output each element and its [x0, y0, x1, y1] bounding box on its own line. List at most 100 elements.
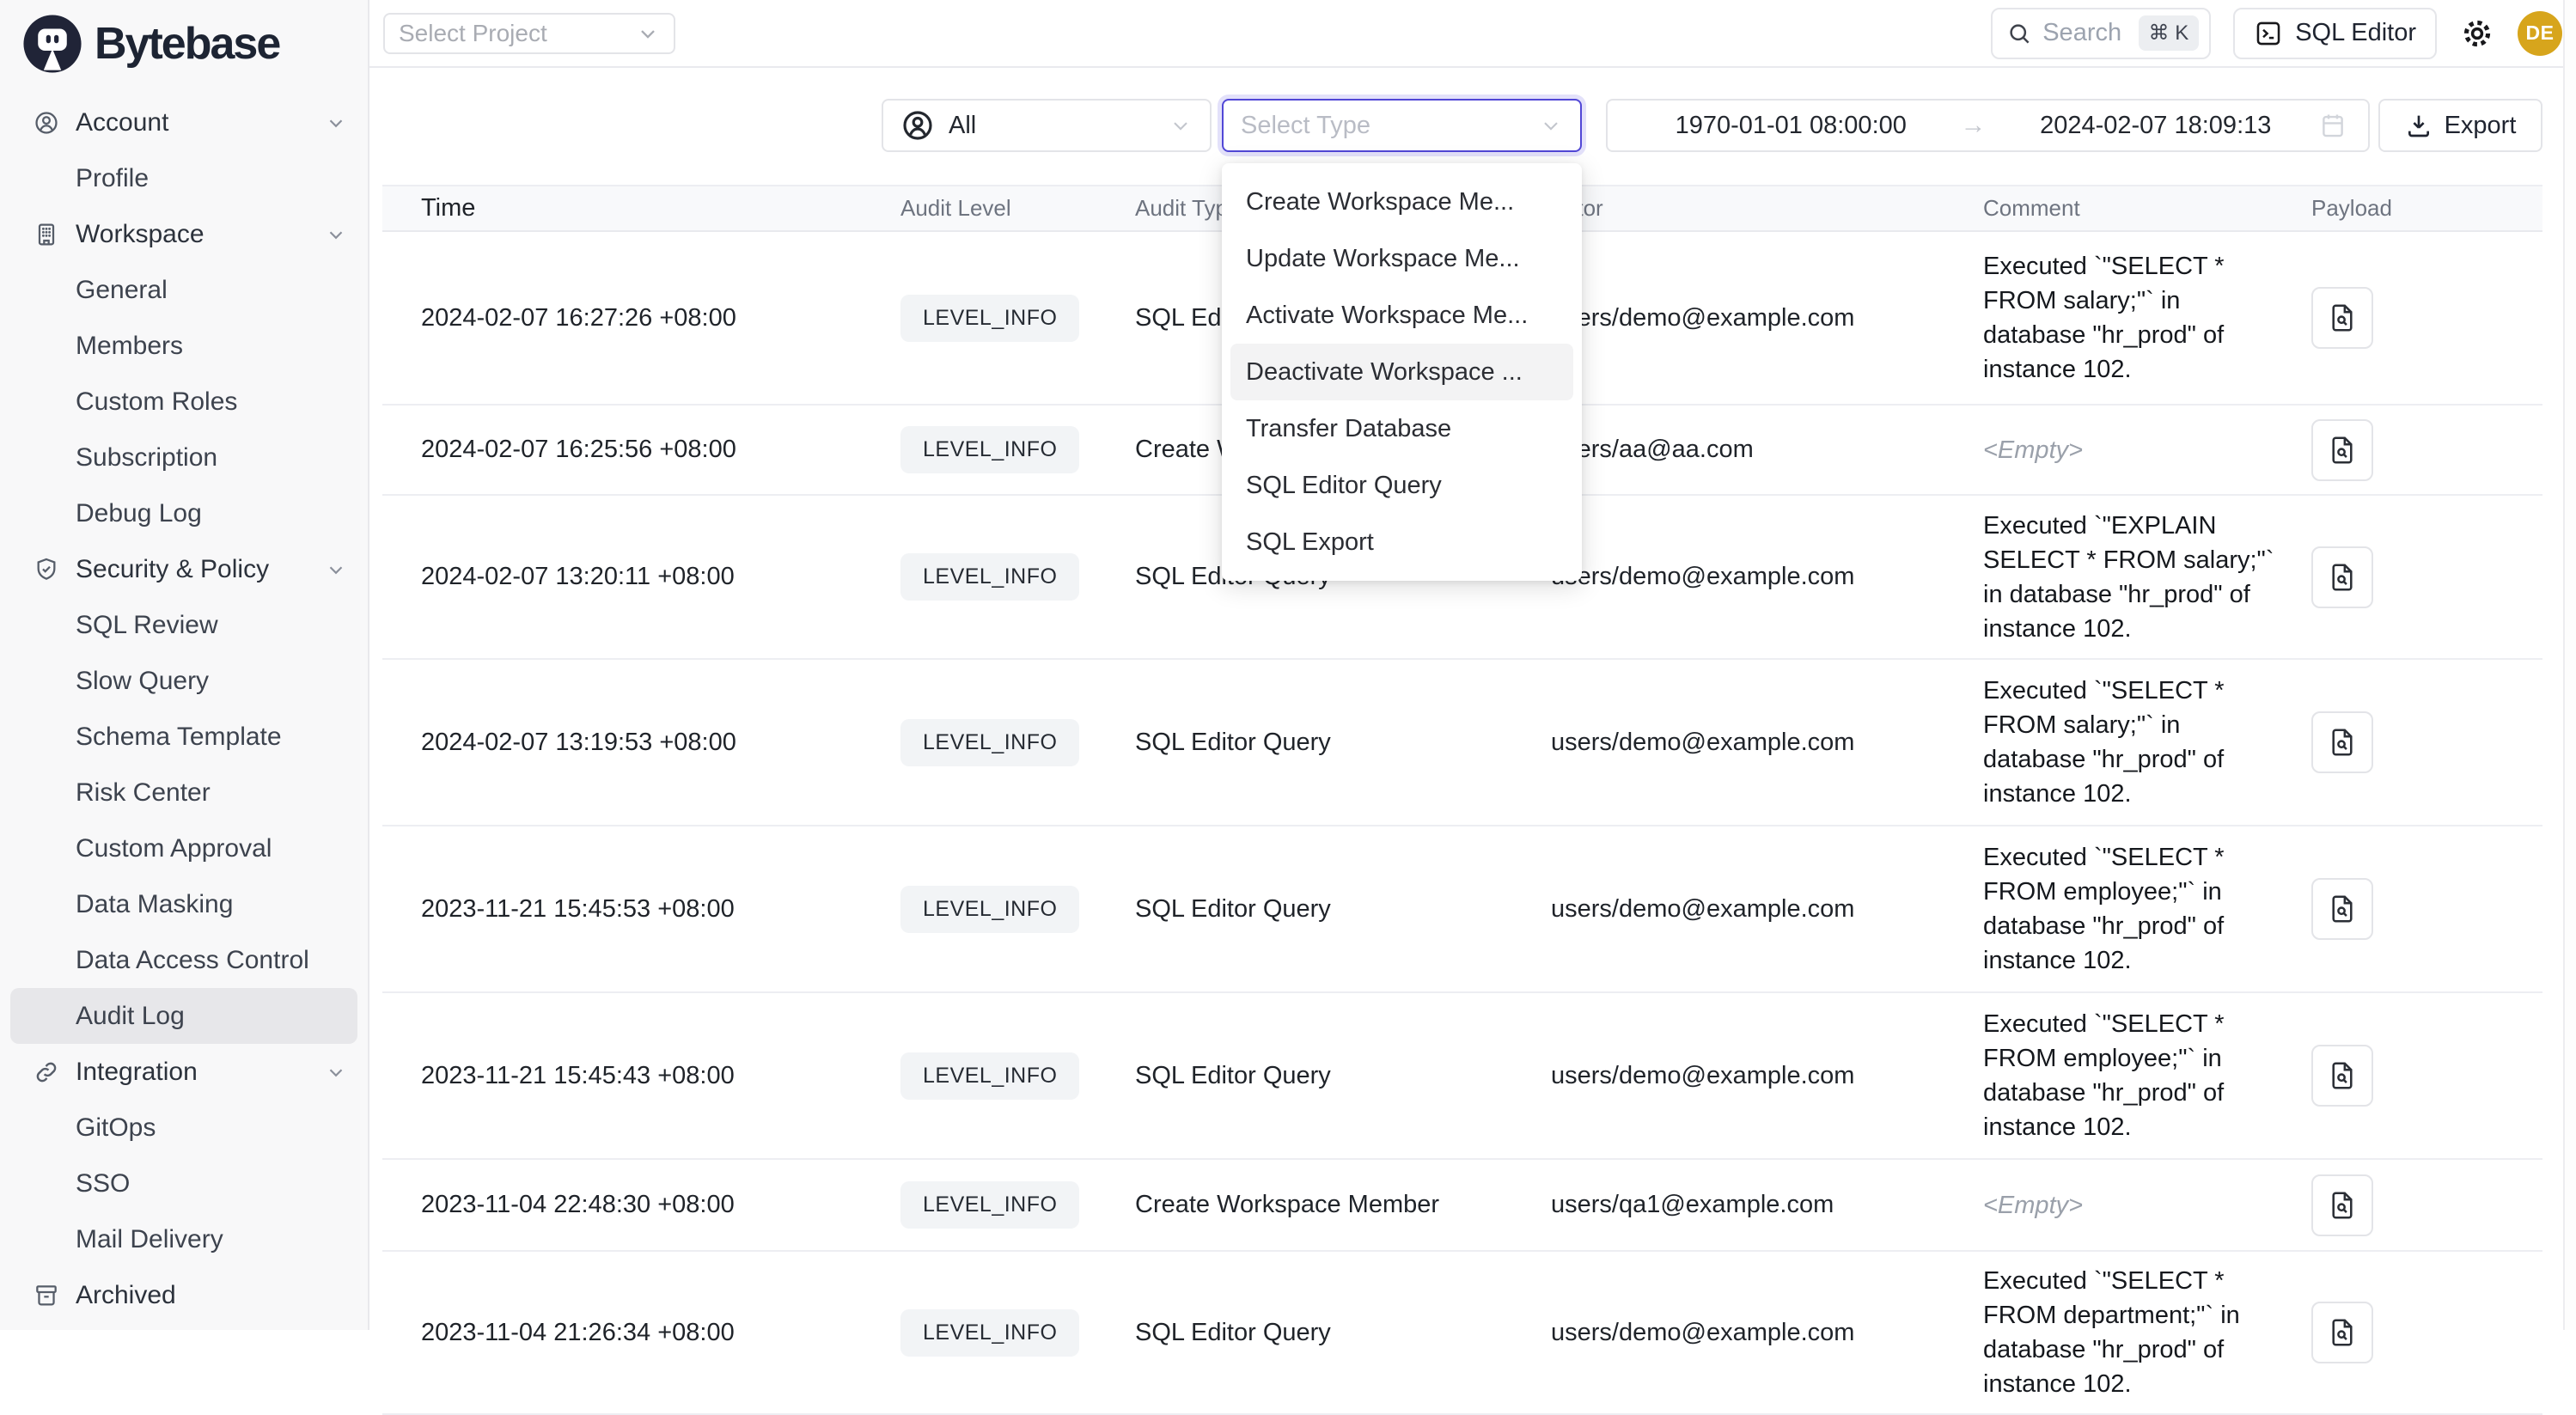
shield-check-icon — [33, 556, 60, 583]
sidebar-item-account[interactable]: Account — [0, 95, 368, 150]
sidebar-item-data-masking[interactable]: Data Masking — [0, 876, 368, 932]
user-icon — [900, 108, 935, 143]
archive-icon — [33, 1282, 60, 1309]
date-to-value: 2024-02-07 18:09:13 — [1993, 112, 2319, 140]
sidebar: Bytebase Account Profile Workspace Gener… — [0, 0, 369, 1330]
payload-view-button[interactable] — [2311, 1302, 2373, 1363]
calendar-icon — [2318, 111, 2347, 140]
audit-level-badge: LEVEL_INFO — [900, 719, 1079, 766]
bytebase-logo-icon — [22, 14, 82, 74]
chevron-down-icon — [1169, 113, 1193, 137]
type-filter-placeholder: Select Type — [1241, 112, 1370, 140]
sidebar-item-mail-delivery[interactable]: Mail Delivery — [0, 1211, 368, 1267]
sidebar-item-debug-log[interactable]: Debug Log — [0, 485, 368, 541]
chevron-down-icon — [325, 223, 347, 246]
topbar: Select Project Search ⌘ K SQL Editor DE — [369, 0, 2576, 68]
dropdown-option[interactable]: Activate Workspace Me... — [1230, 287, 1573, 344]
export-button[interactable]: Export — [2378, 99, 2542, 152]
table-row: 2023-11-21 15:45:43 +08:00 LEVEL_INFO SQ… — [382, 993, 2542, 1160]
audit-level-badge: LEVEL_INFO — [900, 1309, 1079, 1357]
sidebar-item-general[interactable]: General — [0, 262, 368, 318]
dropdown-option[interactable]: Create Workspace Me... — [1230, 174, 1573, 230]
gear-icon[interactable] — [2459, 15, 2495, 52]
actor-filter-value: All — [949, 112, 976, 140]
sidebar-item-custom-approval[interactable]: Custom Approval — [0, 820, 368, 876]
sidebar-item-slow-query[interactable]: Slow Query — [0, 653, 368, 709]
sidebar-item-archived[interactable]: Archived — [0, 1267, 368, 1323]
table-row: 2023-11-04 22:48:30 +08:00 LEVEL_INFO Cr… — [382, 1160, 2542, 1252]
scrollbar[interactable] — [2563, 0, 2576, 1330]
project-select-placeholder: Select Project — [399, 20, 547, 47]
audit-level-badge: LEVEL_INFO — [900, 426, 1079, 473]
sql-editor-label: SQL Editor — [2295, 19, 2416, 47]
chevron-down-icon — [636, 21, 660, 46]
payload-view-button[interactable] — [2311, 711, 2373, 773]
sidebar-nav: Account Profile Workspace General Member… — [0, 95, 368, 1323]
sidebar-item-gitops[interactable]: GitOps — [0, 1100, 368, 1156]
sidebar-item-integration[interactable]: Integration — [0, 1044, 368, 1100]
search-placeholder: Search — [2042, 19, 2121, 47]
type-filter-select[interactable]: Select Type — [1222, 99, 1582, 152]
sidebar-item-custom-roles[interactable]: Custom Roles — [0, 374, 368, 430]
payload-view-button[interactable] — [2311, 1045, 2373, 1107]
search-icon — [2006, 21, 2032, 46]
audit-level-badge: LEVEL_INFO — [900, 1181, 1079, 1229]
chevron-down-icon — [325, 558, 347, 581]
arrow-right-icon: → — [1954, 111, 1993, 140]
project-select[interactable]: Select Project — [383, 13, 675, 54]
sidebar-item-subscription[interactable]: Subscription — [0, 430, 368, 485]
table-row: 2024-02-07 13:19:53 +08:00 LEVEL_INFO SQ… — [382, 660, 2542, 826]
download-icon — [2405, 112, 2433, 139]
sidebar-item-workspace[interactable]: Workspace — [0, 206, 368, 262]
dropdown-option-highlighted[interactable]: Deactivate Workspace ... — [1230, 344, 1573, 400]
audit-level-badge: LEVEL_INFO — [900, 1052, 1079, 1100]
avatar[interactable]: DE — [2518, 11, 2562, 56]
chevron-down-icon — [325, 112, 347, 134]
dropdown-option[interactable]: SQL Export — [1230, 514, 1573, 570]
sidebar-item-members[interactable]: Members — [0, 318, 368, 374]
date-from-value: 1970-01-01 08:00:00 — [1628, 112, 1954, 140]
col-header-comment: Comment — [1983, 195, 2311, 222]
audit-level-badge: LEVEL_INFO — [900, 886, 1079, 933]
building-icon — [33, 221, 60, 248]
search-shortcut-badge: ⌘ K — [2139, 15, 2200, 51]
type-filter-dropdown: Create Workspace Me... Update Workspace … — [1222, 163, 1582, 581]
user-icon — [33, 109, 60, 137]
chevron-down-icon — [325, 1061, 347, 1083]
dropdown-option[interactable]: Update Workspace Me... — [1230, 230, 1573, 287]
audit-level-badge: LEVEL_INFO — [900, 295, 1079, 342]
col-header-audit-level: Audit Level — [900, 195, 1135, 222]
dropdown-option[interactable]: Transfer Database — [1230, 400, 1573, 457]
payload-view-button[interactable] — [2311, 546, 2373, 608]
sql-editor-button[interactable]: SQL Editor — [2233, 8, 2437, 59]
sidebar-item-security-policy[interactable]: Security & Policy — [0, 541, 368, 597]
sidebar-item-audit-log[interactable]: Audit Log — [10, 988, 357, 1044]
audit-level-badge: LEVEL_INFO — [900, 553, 1079, 601]
table-row: 2023-11-21 15:45:53 +08:00 LEVEL_INFO SQ… — [382, 826, 2542, 993]
sidebar-item-risk-center[interactable]: Risk Center — [0, 765, 368, 820]
sidebar-item-schema-template[interactable]: Schema Template — [0, 709, 368, 765]
payload-view-button[interactable] — [2311, 878, 2373, 940]
chevron-down-icon — [1539, 113, 1563, 137]
col-header-actor: Actor — [1551, 195, 1983, 222]
sidebar-item-data-access-control[interactable]: Data Access Control — [0, 932, 368, 988]
payload-view-button[interactable] — [2311, 419, 2373, 481]
topbar-right: Search ⌘ K SQL Editor DE — [1991, 8, 2562, 59]
col-header-payload: Payload — [2311, 195, 2542, 222]
payload-view-button[interactable] — [2311, 287, 2373, 349]
dropdown-option[interactable]: SQL Editor Query — [1230, 457, 1573, 514]
actor-filter-select[interactable]: All — [882, 99, 1212, 152]
sidebar-item-sso[interactable]: SSO — [0, 1156, 368, 1211]
bytebase-logo[interactable]: Bytebase — [0, 0, 368, 74]
col-header-time: Time — [382, 194, 900, 223]
terminal-icon — [2254, 19, 2283, 48]
sidebar-item-sql-review[interactable]: SQL Review — [0, 597, 368, 653]
payload-view-button[interactable] — [2311, 1174, 2373, 1236]
link-icon — [33, 1058, 60, 1086]
export-label: Export — [2445, 112, 2517, 140]
date-range-picker[interactable]: 1970-01-01 08:00:00 → 2024-02-07 18:09:1… — [1606, 99, 2370, 152]
logo-wordmark: Bytebase — [95, 18, 279, 70]
table-row: 2023-11-04 21:26:34 +08:00 LEVEL_INFO SQ… — [382, 1252, 2542, 1415]
sidebar-item-profile[interactable]: Profile — [0, 150, 368, 206]
search-input[interactable]: Search ⌘ K — [1991, 8, 2211, 59]
